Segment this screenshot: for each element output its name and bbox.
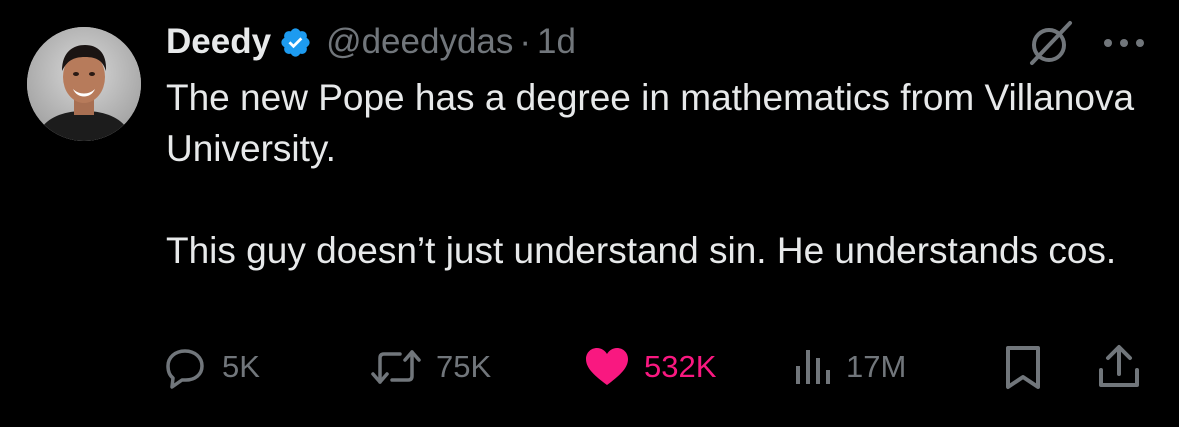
views-button[interactable]: 17M xyxy=(790,342,906,392)
reply-button[interactable]: 5K xyxy=(160,342,260,392)
bookmark-button[interactable] xyxy=(998,342,1048,392)
avatar[interactable] xyxy=(27,27,141,141)
tweet-paragraph-1: The new Pope has a degree in mathematics… xyxy=(166,77,1135,169)
tweet[interactable]: Deedy @deedydas · 1d The new Pope has a … xyxy=(0,0,1179,427)
tweet-paragraph-2: This guy doesn’t just understand sin. He… xyxy=(166,230,1117,271)
verified-badge-icon xyxy=(279,26,312,59)
tweet-text: The new Pope has a degree in mathematics… xyxy=(166,72,1156,276)
action-bar: 5K 75K 532K 17M xyxy=(160,342,1150,392)
author-handle[interactable]: @deedydas xyxy=(326,20,513,64)
timestamp[interactable]: 1d xyxy=(537,20,576,64)
reply-icon xyxy=(166,349,204,389)
views-count: 17M xyxy=(846,349,907,384)
like-count: 532K xyxy=(644,349,717,384)
share-icon xyxy=(1099,345,1139,387)
share-button[interactable] xyxy=(1094,342,1144,392)
repost-count: 75K xyxy=(436,349,492,384)
separator-dot: · xyxy=(519,22,532,61)
author-name[interactable]: Deedy xyxy=(166,20,271,64)
reply-count: 5K xyxy=(222,349,260,384)
heart-icon xyxy=(586,348,628,385)
bookmark-icon xyxy=(1006,346,1040,389)
tweet-header: Deedy @deedydas · 1d xyxy=(166,20,576,64)
repost-button[interactable]: 75K xyxy=(368,342,491,392)
like-button[interactable]: 532K xyxy=(582,342,716,392)
more-icon[interactable] xyxy=(1098,28,1150,58)
repost-icon xyxy=(371,350,421,384)
views-icon xyxy=(796,350,830,384)
grok-icon[interactable] xyxy=(1024,18,1076,70)
